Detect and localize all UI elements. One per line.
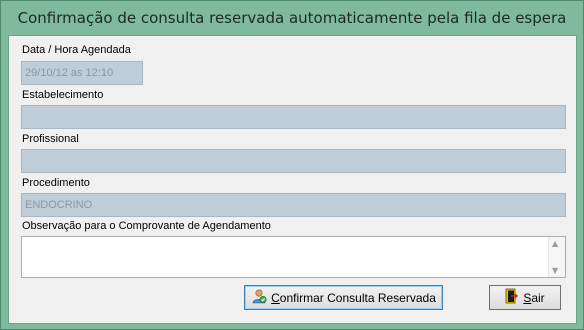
data-hora-label: Data / Hora Agendada	[22, 44, 131, 56]
dialog-content: Data / Hora Agendada 29/10/12 as 12:10 E…	[8, 35, 577, 324]
dialog-window: Confirmação de consulta reservada automa…	[0, 0, 584, 330]
observacao-scrollbar[interactable]: ▲ ▼	[548, 237, 565, 277]
profissional-label: Profissional	[22, 133, 79, 145]
exit-door-icon	[505, 288, 519, 307]
observacao-label: Observação para o Comprovante de Agendam…	[22, 220, 271, 232]
estabelecimento-field	[21, 105, 566, 129]
confirmar-consulta-label: Confirmar Consulta Reservada	[271, 290, 436, 305]
sair-label: Sair	[523, 290, 545, 305]
window-title: Confirmação de consulta reservada automa…	[17, 9, 567, 27]
confirmar-consulta-button[interactable]: Confirmar Consulta Reservada	[244, 285, 443, 310]
estabelecimento-label: Estabelecimento	[22, 89, 104, 101]
data-hora-field: 29/10/12 as 12:10	[21, 61, 143, 85]
observacao-textarea[interactable]: ▲ ▼	[21, 236, 566, 278]
sair-button[interactable]: Sair	[489, 285, 561, 310]
user-check-icon	[251, 288, 267, 307]
scroll-down-icon[interactable]: ▼	[552, 266, 558, 275]
procedimento-field: ENDOCRINO	[21, 193, 566, 217]
scroll-up-icon[interactable]: ▲	[552, 239, 558, 248]
profissional-field	[21, 149, 566, 173]
title-bar[interactable]: Confirmação de consulta reservada automa…	[1, 1, 583, 35]
procedimento-label: Procedimento	[22, 177, 90, 189]
